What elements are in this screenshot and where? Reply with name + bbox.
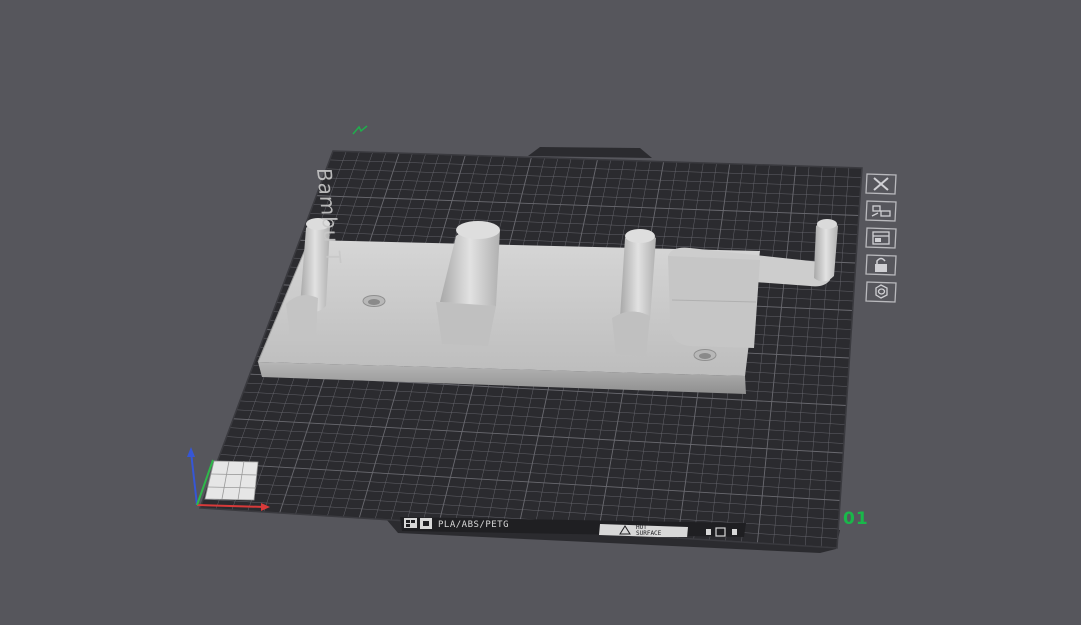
orient-plate-button[interactable] (864, 226, 898, 250)
close-icon (865, 173, 897, 195)
lock-icon (865, 254, 897, 276)
material-label: PLA/ABS/PETG (438, 520, 510, 530)
lock-plate-button[interactable] (864, 253, 898, 277)
delete-plate-button[interactable] (864, 172, 898, 196)
arrange-icon (865, 200, 897, 222)
3d-viewport[interactable]: Bambu T PLA/ABS/PETG HOT SURFACE 01 (0, 0, 1081, 625)
arrange-plate-button[interactable] (864, 199, 898, 223)
bed-label-strip: PLA/ABS/PETG HOT SURFACE (400, 515, 750, 538)
plate-settings-button[interactable] (864, 280, 898, 304)
warning-line-2: SURFACE (636, 530, 662, 537)
plate-corner-marker (352, 125, 368, 138)
plate-toolbar (864, 172, 900, 307)
plate-marker-icon (352, 125, 368, 135)
origin-marker (204, 460, 259, 501)
z-axis (190, 451, 198, 506)
plate-number-label: 01 (843, 509, 869, 529)
hot-surface-warning: HOT SURFACE (636, 525, 661, 537)
bed-top-tab (528, 147, 652, 158)
grid-badge-icon (404, 518, 417, 528)
settings-icon (865, 281, 897, 303)
layout-icon (865, 227, 897, 249)
